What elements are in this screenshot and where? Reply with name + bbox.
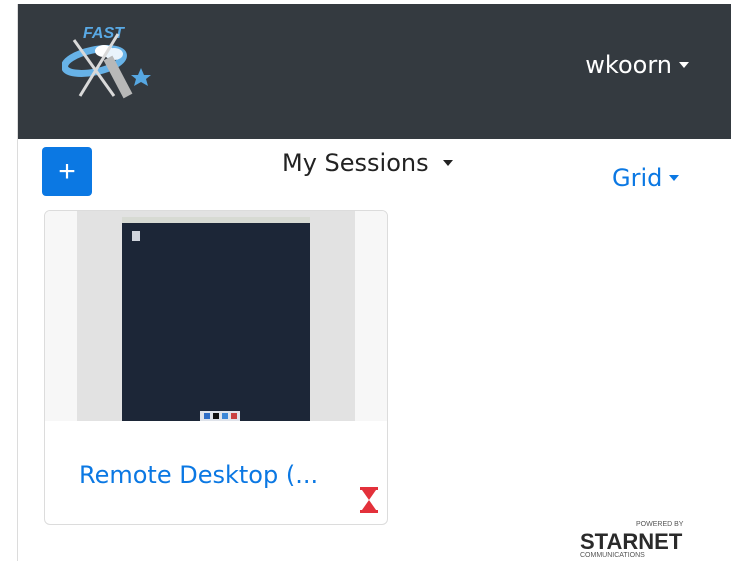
view-mode-dropdown[interactable]: Grid xyxy=(612,164,680,192)
desktop-topbar xyxy=(122,217,310,223)
fast-logo[interactable]: FAST xyxy=(62,22,152,104)
sessions-toolbar: + My Sessions Grid xyxy=(18,139,731,209)
user-name: wkoorn xyxy=(585,51,672,79)
desktop-file-icon xyxy=(132,231,140,241)
caret-down-icon xyxy=(442,160,453,166)
session-title-link[interactable]: Remote Desktop (... xyxy=(79,461,318,489)
dock-app-icon xyxy=(222,413,228,419)
caret-down-icon xyxy=(669,175,680,181)
powered-by-text: POWERED BY xyxy=(636,521,684,528)
top-navbar: FAST wkoorn xyxy=(18,4,731,139)
left-frame xyxy=(0,0,18,561)
starnet-text: STARNET xyxy=(580,529,683,554)
dock-app-icon xyxy=(231,413,237,419)
caret-down-icon xyxy=(679,62,689,68)
desktop-screenshot xyxy=(122,217,310,421)
view-mode-label: Grid xyxy=(612,164,663,192)
desktop-dock xyxy=(200,411,240,421)
logo-text: FAST xyxy=(83,25,125,42)
add-session-button[interactable]: + xyxy=(42,147,92,196)
app: FAST wkoorn + My Sessions Grid Remote De… xyxy=(18,4,731,561)
session-card[interactable]: Remote Desktop (... xyxy=(44,210,388,525)
communications-text: COMMUNICATIONS xyxy=(580,552,645,559)
my-sessions-dropdown[interactable]: My Sessions xyxy=(282,149,453,177)
dock-app-icon xyxy=(204,413,210,419)
plus-icon: + xyxy=(58,154,76,188)
my-sessions-label: My Sessions xyxy=(282,149,429,177)
dock-app-icon xyxy=(213,413,219,419)
session-thumbnail[interactable] xyxy=(45,211,387,421)
hourglass-icon xyxy=(360,487,378,513)
starnet-logo[interactable]: POWERED BY STARNET COMMUNICATIONS xyxy=(580,518,692,560)
user-menu-dropdown[interactable]: wkoorn xyxy=(585,51,689,79)
